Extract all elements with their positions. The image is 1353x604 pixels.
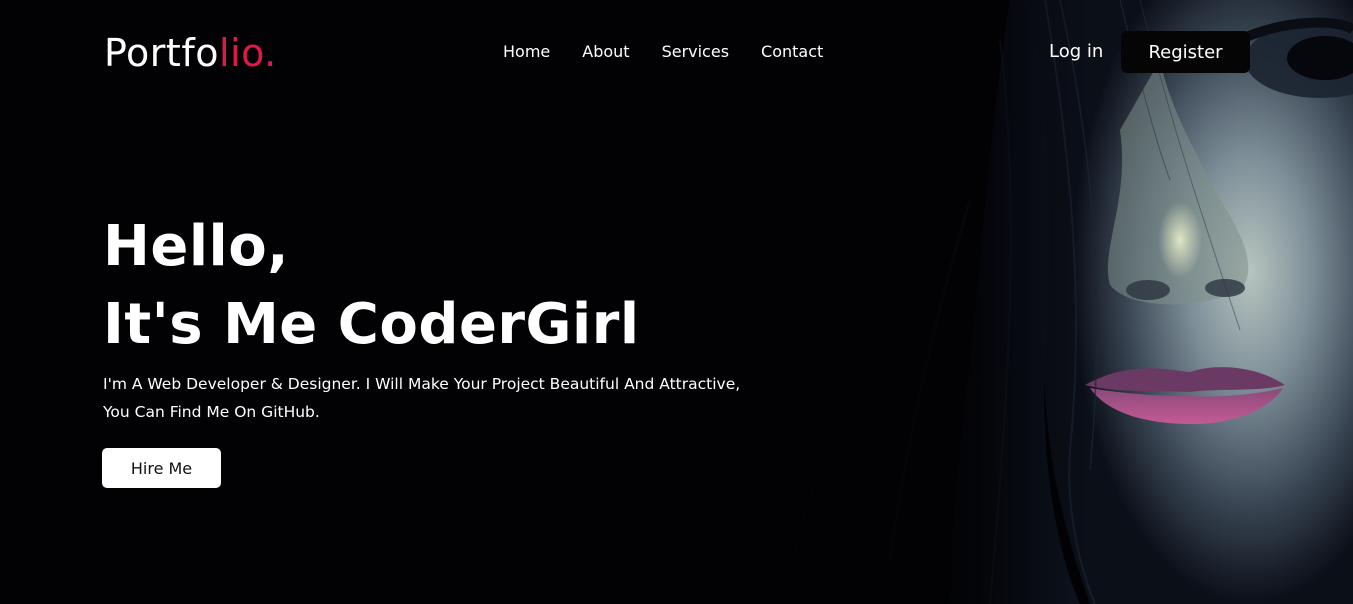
nav-link-contact[interactable]: Contact [761,41,823,63]
logo[interactable]: Portfolio. [104,30,277,76]
nav-link-services[interactable]: Services [662,41,729,63]
logo-text-main: Portfo [104,31,219,75]
logo-text-accent: lio. [218,31,277,75]
nav-link-home[interactable]: Home [503,41,550,63]
hero-description-line2: You Can Find Me On GitHub. [103,403,320,421]
hero-description: I'm A Web Developer & Designer. I Will M… [103,370,783,426]
hero-description-line1: I'm A Web Developer & Designer. I Will M… [103,375,741,393]
hire-me-button[interactable]: Hire Me [102,448,221,488]
page: Portfolio. Home About Services Contact L… [0,0,1353,604]
hero-title-line1: Hello, [103,214,289,279]
login-link[interactable]: Log in [1049,40,1103,64]
hero-title: Hello, It's Me CoderGirl [103,208,640,364]
hero-title-line2: It's Me CoderGirl [103,292,640,357]
register-button[interactable]: Register [1121,31,1250,73]
nav-link-about[interactable]: About [582,41,629,63]
site-header: Portfolio. Home About Services Contact L… [0,0,1353,105]
main-nav: Home About Services Contact [503,41,855,63]
